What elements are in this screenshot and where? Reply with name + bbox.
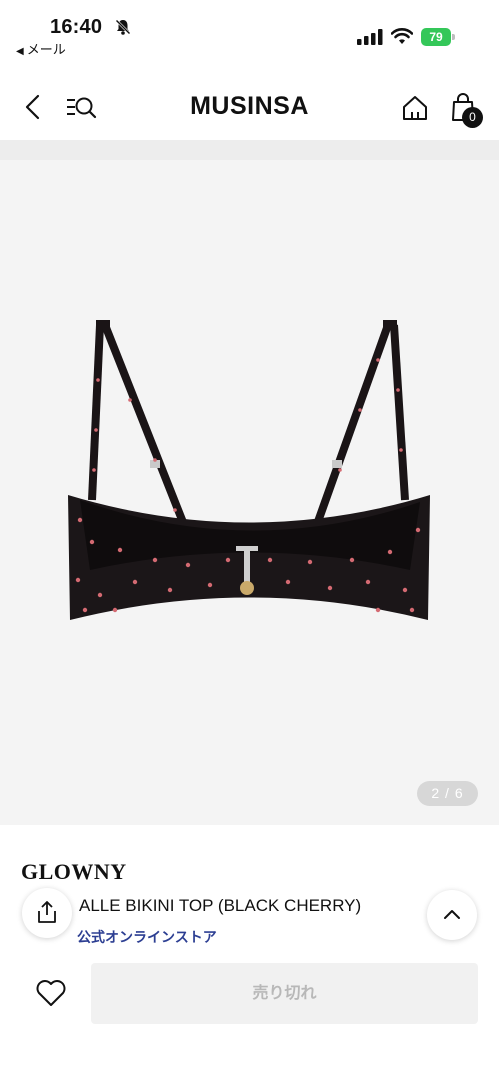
cart-count-badge: 0	[462, 107, 483, 128]
official-store-text: 公式オンラインストア	[77, 929, 217, 945]
share-icon	[38, 901, 56, 923]
page-indicator: 2 / 6	[417, 781, 478, 806]
back-triangle-icon: ◀	[16, 46, 24, 57]
product-name: ALLE BIKINI TOP (BLACK CHERRY)	[21, 896, 361, 916]
bell-slash-icon	[115, 19, 131, 35]
chevron-up-icon	[444, 910, 460, 919]
battery-level: 79	[421, 28, 451, 46]
brand-name[interactable]: GLOWNY	[21, 859, 127, 885]
signal-icon	[357, 29, 383, 45]
wifi-icon	[391, 28, 413, 44]
back-app-label: メール	[26, 42, 66, 57]
share-button[interactable]	[22, 888, 72, 938]
home-icon[interactable]	[401, 94, 429, 122]
battery-icon: 79	[421, 28, 455, 46]
status-time: 16:40	[50, 16, 103, 38]
nav-bar: MUSINSA	[0, 70, 499, 140]
scroll-top-button[interactable]	[427, 890, 477, 940]
soldout-button[interactable]: 売り切れ	[91, 963, 478, 1024]
product-image-gallery[interactable]: 2 / 6	[0, 160, 499, 825]
heart-icon[interactable]	[35, 978, 67, 1008]
status-bar: 16:40 ◀ メール 79	[0, 0, 499, 62]
back-to-app-link[interactable]: ◀ メール	[16, 39, 66, 58]
product-name-text: ALLE BIKINI TOP (BLACK CHERRY)	[79, 896, 362, 915]
product-image	[68, 320, 430, 620]
divider-strip	[0, 140, 499, 160]
